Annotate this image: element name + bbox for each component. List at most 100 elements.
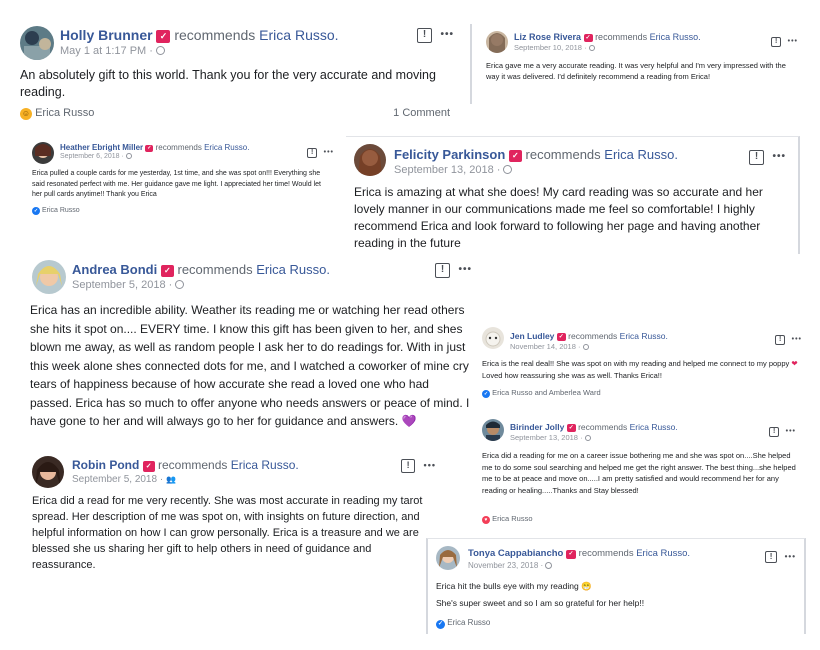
review-card-liz: Liz Rose Rivera ✓ recommends Erica Russo… [470, 24, 804, 104]
reactors-text[interactable]: Erica Russo [35, 107, 94, 119]
avatar[interactable] [482, 327, 504, 349]
recommendation-badge-icon: ✓ [160, 265, 174, 277]
report-flag-icon[interactable]: ! [771, 37, 782, 47]
reviewer-name[interactable]: Tonya Cappabiancho [468, 548, 563, 559]
post-date[interactable]: September 13, 2018 [394, 164, 494, 176]
report-flag-icon[interactable]: ! [765, 551, 778, 563]
friends-audience-icon: 👥 [165, 475, 176, 484]
avatar[interactable] [32, 456, 64, 488]
comment-count[interactable]: 1 Comment [393, 107, 450, 119]
recommendation-badge-icon: ✓ [556, 333, 566, 341]
recommendation-badge-icon: ✓ [508, 150, 522, 162]
avatar[interactable] [32, 260, 66, 294]
reviewer-name[interactable]: Birinder Jolly [510, 422, 564, 432]
recommendation-badge-icon: ✓ [566, 424, 576, 432]
more-options-icon[interactable]: ••• [440, 29, 454, 40]
grin-emoji: 😁 [581, 581, 592, 591]
review-text: Erica pulled a couple cards for me yeste… [32, 170, 321, 198]
reviewer-name[interactable]: Holly Brunner [60, 27, 153, 43]
page-name-link[interactable]: Erica Russo. [231, 458, 299, 472]
more-options-icon[interactable]: ••• [458, 264, 472, 275]
more-options-icon[interactable]: ••• [785, 552, 796, 561]
more-options-icon[interactable]: ••• [772, 151, 786, 162]
review-text: Erica has an incredible ability. Weather… [30, 303, 470, 428]
recommendation-badge-icon: ✓ [145, 145, 154, 152]
post-date[interactable]: May 1 at 1:17 PM [60, 45, 146, 57]
page-name-link[interactable]: Erica Russo. [650, 32, 701, 42]
globe-icon [156, 46, 166, 55]
post-date[interactable]: September 13, 2018 [510, 433, 578, 442]
report-flag-icon[interactable]: ! [307, 148, 318, 158]
review-text: Erica is the real deal!! She was spot on… [482, 359, 798, 380]
review-text: An absolutely gift to this world. Thank … [20, 68, 436, 99]
review-text-line-1: Erica hit the bulls eye with my reading … [436, 581, 592, 591]
post-date[interactable]: September 6, 2018 [60, 153, 120, 160]
report-flag-icon[interactable]: ! [749, 150, 765, 165]
reviewer-name[interactable]: Andrea Bondi [72, 262, 157, 277]
avatar[interactable] [32, 142, 54, 164]
review-text: Erica did a reading for me on a career i… [482, 451, 796, 495]
globe-icon [545, 562, 553, 569]
page-name-link[interactable]: Erica Russo. [204, 143, 249, 152]
reviewer-name[interactable]: Heather Ebright Miller [60, 143, 143, 152]
review-card-tonya: Tonya Cappabiancho ✓ recommends Erica Ru… [426, 538, 806, 634]
review-card-felicity: Felicity Parkinson ✓ recommends Erica Ru… [346, 136, 800, 254]
avatar[interactable] [436, 546, 460, 570]
review-text-line-2: She's super sweet and so I am so gratefu… [436, 598, 645, 608]
review-text: Erica did a read for me very recently. S… [32, 495, 423, 571]
review-text: Erica is amazing at what she does! My ca… [354, 185, 763, 250]
recommendation-badge-icon: ✓ [583, 34, 593, 42]
haha-reaction-icon: ☺ [20, 108, 32, 120]
globe-icon [584, 435, 591, 441]
review-text: Erica gave me a very accurate reading. I… [486, 61, 786, 81]
like-reaction-icon: ✓ [32, 207, 40, 215]
page-name-link[interactable]: Erica Russo. [630, 422, 678, 432]
reviewer-name[interactable]: Felicity Parkinson [394, 147, 505, 162]
more-options-icon[interactable]: ••• [424, 460, 436, 470]
globe-icon [588, 45, 595, 51]
report-flag-icon[interactable]: ! [417, 28, 433, 43]
like-reaction-icon: ✓ [436, 620, 445, 629]
recommendation-badge-icon: ✓ [156, 30, 171, 43]
avatar[interactable] [20, 26, 54, 60]
reactors-text[interactable]: Erica Russo [492, 514, 532, 523]
report-flag-icon[interactable]: ! [401, 459, 416, 473]
globe-icon [503, 165, 513, 174]
reactors-text[interactable]: Erica Russo [42, 207, 80, 214]
red-heart-emoji: ❤ [791, 359, 798, 368]
purple-heart-emoji: 💜 [401, 414, 417, 428]
post-date[interactable]: November 14, 2018 [510, 342, 576, 351]
page-name-link[interactable]: Erica Russo. [259, 27, 338, 43]
post-date[interactable]: September 10, 2018 [514, 43, 582, 52]
globe-icon [582, 344, 589, 350]
avatar[interactable] [354, 144, 386, 176]
like-reaction-icon: ✓ [482, 390, 490, 398]
report-flag-icon[interactable]: ! [769, 427, 780, 437]
avatar[interactable] [486, 31, 508, 53]
page-name-link[interactable]: Erica Russo. [256, 262, 330, 277]
review-card-jen: Jen Ludley ✓ recommends Erica Russo. Nov… [476, 322, 806, 404]
page-name-link[interactable]: Erica Russo. [604, 147, 678, 162]
review-card-holly: Holly Brunner ✓ recommends Erica Russo. … [16, 20, 462, 132]
page-name-link[interactable]: Erica Russo. [620, 331, 668, 341]
reviewer-name[interactable]: Liz Rose Rivera [514, 32, 581, 42]
more-options-icon[interactable]: ••• [324, 149, 334, 156]
avatar[interactable] [482, 419, 504, 441]
more-options-icon[interactable]: ••• [786, 428, 796, 435]
globe-icon [125, 153, 132, 159]
reactors-text[interactable]: Erica Russo [447, 618, 490, 627]
post-date[interactable]: September 5, 2018 [72, 279, 166, 291]
post-date[interactable]: November 23, 2018 [468, 561, 538, 570]
report-flag-icon[interactable]: ! [435, 263, 451, 278]
reviewer-name[interactable]: Robin Pond [72, 458, 139, 472]
reactors-text[interactable]: Erica Russo and Amberlea Ward [492, 388, 601, 397]
post-date[interactable]: September 5, 2018 [72, 474, 157, 485]
recommends-text: recommends [174, 27, 256, 43]
page-name-link[interactable]: Erica Russo. [636, 548, 690, 559]
more-options-icon[interactable]: ••• [788, 38, 798, 45]
recommendation-badge-icon: ✓ [566, 550, 577, 559]
globe-icon [175, 280, 185, 289]
more-options-icon[interactable]: ••• [792, 336, 802, 343]
reviewer-name[interactable]: Jen Ludley [510, 331, 554, 341]
report-flag-icon[interactable]: ! [775, 335, 786, 345]
